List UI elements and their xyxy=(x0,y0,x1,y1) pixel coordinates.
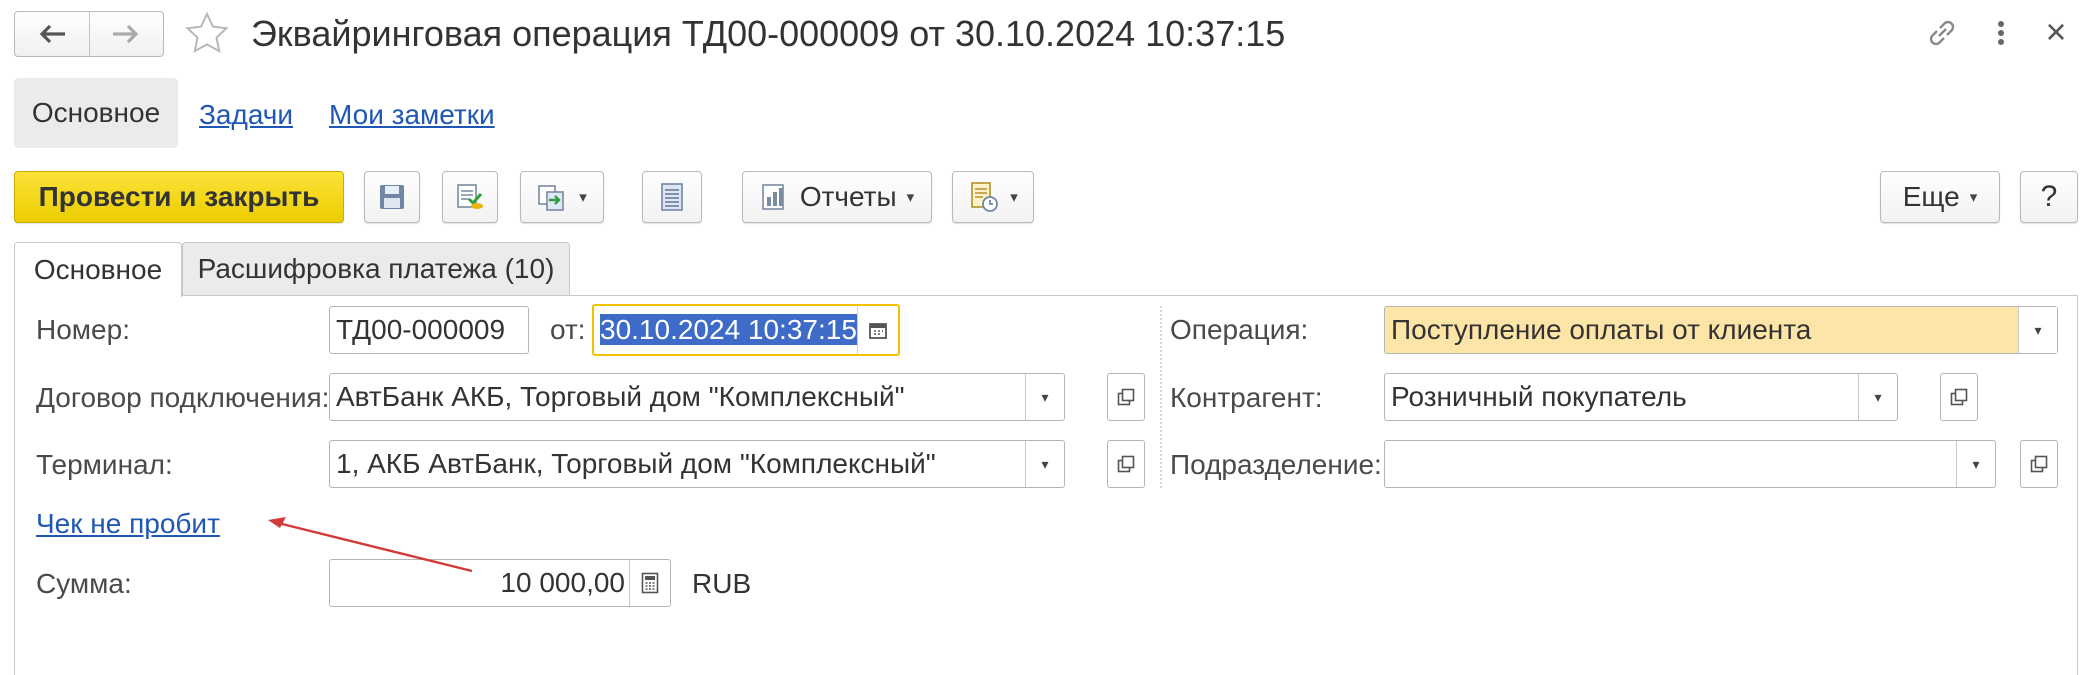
reports-icon xyxy=(762,184,784,210)
contract-value: АвтБанк АКБ, Торговый дом "Комплексный" xyxy=(336,381,905,412)
division-label: Подразделение: xyxy=(1170,449,1382,480)
operation-value: Поступление оплаты от клиента xyxy=(1391,314,1812,345)
tab-main[interactable]: Основное xyxy=(14,242,182,297)
print-button[interactable]: ▾ xyxy=(952,171,1034,223)
post-document-icon xyxy=(457,184,483,209)
structure-button[interactable] xyxy=(642,171,702,223)
date-value: 30.10.2024 10:37:15 xyxy=(600,314,857,345)
nav-tab-main[interactable]: Основное xyxy=(14,78,178,148)
list-document-icon xyxy=(661,183,683,211)
chevron-down-icon: ▾ xyxy=(579,189,587,206)
more-menu-label: Еще xyxy=(1902,181,1960,212)
star-icon xyxy=(185,11,229,54)
date-from-label: от: xyxy=(550,314,586,345)
post-button[interactable] xyxy=(442,171,498,223)
chevron-down-icon: ▾ xyxy=(1874,388,1882,405)
terminal-field[interactable]: 1, АКБ АвтБанк, Торговый дом "Комплексны… xyxy=(329,440,1065,488)
counterparty-dropdown-button[interactable]: ▾ xyxy=(1858,374,1897,420)
terminal-label: Терминал: xyxy=(36,449,173,480)
column-divider xyxy=(1160,306,1162,488)
tab-payment-breakdown[interactable]: Расшифровка платежа (10) xyxy=(182,242,570,295)
chevron-down-icon: ▾ xyxy=(2034,321,2042,338)
nav-tab-notes[interactable]: Мои заметки xyxy=(329,99,495,131)
post-and-close-label: Провести и закрыть xyxy=(38,181,320,212)
counterparty-label: Контрагент: xyxy=(1170,382,1323,413)
operation-label: Операция: xyxy=(1170,314,1309,345)
back-button[interactable] xyxy=(15,12,90,56)
close-icon: × xyxy=(2045,11,2067,52)
forward-button[interactable] xyxy=(90,12,164,56)
copy-link-button[interactable] xyxy=(1924,14,1960,52)
calculator-button[interactable] xyxy=(629,560,670,606)
division-open-button[interactable] xyxy=(2020,440,2058,488)
help-icon: ? xyxy=(2040,180,2058,213)
contract-label: Договор подключения: xyxy=(36,382,330,413)
contract-field[interactable]: АвтБанк АКБ, Торговый дом "Комплексный" … xyxy=(329,373,1065,421)
open-window-icon xyxy=(1117,388,1135,406)
tab-main-label: Основное xyxy=(33,254,163,285)
open-window-icon xyxy=(1950,388,1968,406)
receipt-not-printed-link[interactable]: Чек не пробит xyxy=(36,508,220,540)
more-menu-button[interactable]: Еще ▾ xyxy=(1880,171,2000,223)
number-field[interactable]: ТД00-000009 xyxy=(329,306,529,354)
help-button[interactable]: ? xyxy=(2020,171,2078,223)
nav-tab-tasks[interactable]: Задачи xyxy=(199,99,293,131)
operation-dropdown-button[interactable]: ▾ xyxy=(2018,307,2057,353)
reports-label: Отчеты xyxy=(799,181,897,212)
contract-open-button[interactable] xyxy=(1107,373,1145,421)
close-button[interactable]: × xyxy=(2038,12,2074,52)
annotation-arrow xyxy=(268,517,473,573)
counterparty-value: Розничный покупатель xyxy=(1391,381,1687,412)
chevron-down-icon: ▾ xyxy=(1972,455,1980,472)
open-window-icon xyxy=(1117,455,1135,473)
division-dropdown-button[interactable]: ▾ xyxy=(1956,441,1995,487)
calendar-button[interactable] xyxy=(857,306,898,354)
nav-tab-main-label: Основное xyxy=(31,97,161,128)
currency-label: RUB xyxy=(692,568,752,599)
arrow-left-icon xyxy=(39,24,65,44)
nav-button-group xyxy=(14,11,164,57)
counterparty-field[interactable]: Розничный покупатель ▾ xyxy=(1384,373,1898,421)
division-field[interactable]: ▾ xyxy=(1384,440,1996,488)
window-title: Эквайринговая операция ТД00-000009 от 30… xyxy=(251,13,1286,54)
open-window-icon xyxy=(2030,455,2048,473)
favorite-button[interactable] xyxy=(183,10,231,58)
amount-label: Сумма: xyxy=(36,568,132,599)
calendar-icon xyxy=(869,323,887,339)
post-and-close-button[interactable]: Провести и закрыть xyxy=(14,171,344,223)
number-value: ТД00-000009 xyxy=(336,314,506,345)
chevron-down-icon: ▾ xyxy=(1041,388,1049,405)
save-button[interactable] xyxy=(364,171,420,223)
terminal-dropdown-button[interactable]: ▾ xyxy=(1025,441,1064,487)
vertical-dots-icon xyxy=(1998,21,2004,45)
chevron-down-icon: ▾ xyxy=(1969,189,1978,206)
terminal-value: 1, АКБ АвтБанк, Торговый дом "Комплексны… xyxy=(336,448,936,479)
chevron-down-icon: ▾ xyxy=(906,189,915,206)
create-based-on-icon xyxy=(538,185,565,211)
operation-field[interactable]: Поступление оплаты от клиента ▾ xyxy=(1384,306,2058,354)
reports-button[interactable]: Отчеты ▾ xyxy=(742,171,932,223)
print-document-icon xyxy=(971,182,999,212)
number-label: Номер: xyxy=(36,314,130,345)
chevron-down-icon: ▾ xyxy=(1041,455,1049,472)
more-actions-button[interactable] xyxy=(1986,14,2016,52)
contract-dropdown-button[interactable]: ▾ xyxy=(1025,374,1064,420)
floppy-disk-icon xyxy=(380,185,404,209)
link-icon xyxy=(1929,20,1955,46)
create-based-on-button[interactable]: ▾ xyxy=(520,171,604,223)
counterparty-open-button[interactable] xyxy=(1940,373,1978,421)
calculator-icon xyxy=(641,572,659,594)
chevron-down-icon: ▾ xyxy=(1010,189,1018,206)
arrow-right-icon xyxy=(113,24,139,44)
date-field[interactable]: 30.10.2024 10:37:15 xyxy=(592,304,900,356)
terminal-open-button[interactable] xyxy=(1107,440,1145,488)
tab-payment-breakdown-label: Расшифровка платежа (10) xyxy=(197,253,555,284)
